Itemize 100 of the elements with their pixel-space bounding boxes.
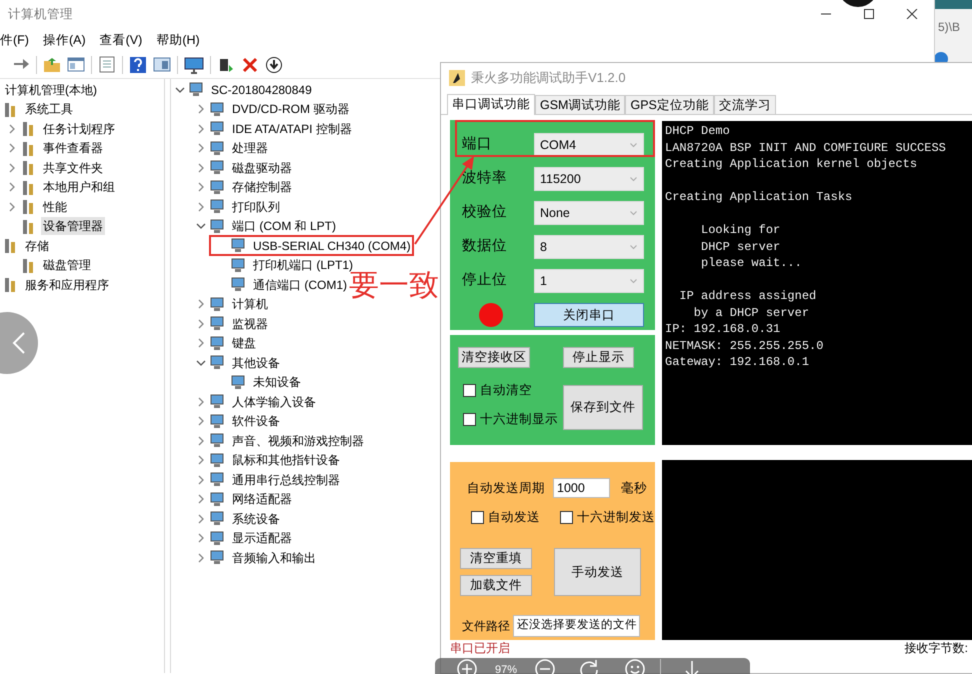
tree-item[interactable]: 软件设备 — [230, 412, 282, 430]
tree-item[interactable]: 设备管理器 — [41, 217, 105, 236]
reset-button[interactable]: 清空重填 — [460, 548, 532, 569]
clear-button[interactable]: 清空接收区 — [458, 347, 530, 368]
checkbox[interactable] — [463, 412, 476, 426]
tree-item[interactable]: DVD/CD-ROM 驱动器 — [230, 100, 352, 118]
checkbox[interactable] — [471, 510, 484, 524]
tree-item[interactable]: 本地用户和组 — [41, 178, 117, 196]
stop-button[interactable]: 停止显示 — [563, 347, 634, 368]
expand-icon[interactable] — [196, 338, 206, 348]
checkbox[interactable] — [463, 384, 476, 396]
delete-icon[interactable] — [241, 56, 259, 74]
folder-icon[interactable] — [43, 56, 61, 74]
document-icon[interactable] — [98, 56, 116, 74]
tree-item[interactable]: 事件查看器 — [41, 139, 105, 158]
tree-item[interactable]: 通用串行总线控制器 — [230, 470, 342, 489]
expand-icon[interactable] — [196, 552, 206, 563]
tab[interactable]: 交流学习 — [714, 95, 776, 114]
checkbox[interactable] — [560, 510, 573, 524]
tree-item[interactable]: 网络适配器 — [230, 490, 294, 508]
expand-icon[interactable] — [196, 455, 206, 466]
tree-item[interactable]: 端口 (COM 和 LPT) — [230, 217, 338, 236]
help-icon[interactable] — [129, 56, 147, 74]
tree-item[interactable]: 声音、视频和游戏控制器 — [230, 432, 366, 450]
rotate-icon[interactable] — [579, 659, 600, 674]
expand-icon[interactable] — [196, 124, 206, 134]
save-button[interactable]: 保存到文件 — [563, 385, 643, 430]
expand-icon[interactable] — [196, 162, 206, 173]
expand-icon[interactable] — [196, 202, 206, 212]
dropdown[interactable]: None — [534, 201, 644, 225]
tree-item[interactable]: 其他设备 — [230, 354, 282, 372]
tree-item[interactable]: 存储控制器 — [230, 178, 294, 196]
download-icon[interactable] — [684, 659, 700, 674]
tree-item[interactable]: 磁盘管理 — [41, 256, 93, 274]
load-file-button[interactable]: 加载文件 — [460, 575, 532, 596]
tree-item[interactable]: 系统工具 — [23, 100, 75, 118]
expand-icon[interactable] — [196, 396, 206, 407]
device-icon[interactable] — [217, 56, 235, 74]
collapse-icon[interactable] — [196, 221, 206, 232]
expand-icon[interactable] — [196, 104, 206, 114]
tree-item[interactable]: 性能 — [41, 198, 69, 216]
open-close-button[interactable]: 关闭串口 — [534, 303, 644, 327]
tree-item[interactable]: 打印机端口 (LPT1) — [251, 256, 356, 274]
expand-icon[interactable] — [7, 162, 17, 173]
tree-item[interactable]: 键盘 — [230, 334, 258, 352]
dropdown[interactable]: 1 — [534, 269, 644, 293]
tree-item[interactable]: 鼠标和其他指针设备 — [230, 451, 342, 470]
zoom-in-icon[interactable] — [457, 659, 477, 674]
tree-item[interactable]: SC-201804280849 — [209, 80, 314, 99]
dropdown[interactable]: 115200 — [534, 167, 644, 191]
expand-icon[interactable] — [196, 533, 206, 544]
tree-item[interactable]: 磁盘驱动器 — [230, 158, 294, 177]
tree-item[interactable]: 任务计划程序 — [41, 120, 117, 138]
period-field[interactable]: 1000 — [553, 478, 610, 498]
menu-item[interactable]: 操作(A) — [36, 30, 93, 50]
send-button[interactable]: 手动发送 — [554, 548, 641, 596]
collapse-icon[interactable] — [196, 358, 206, 368]
expand-icon[interactable] — [196, 514, 206, 524]
zoom-out-icon[interactable] — [535, 659, 556, 674]
expand-icon[interactable] — [196, 474, 206, 485]
window-icon[interactable] — [67, 56, 85, 74]
smiley-icon[interactable] — [625, 659, 646, 674]
expand-icon[interactable] — [196, 494, 206, 504]
menu-item[interactable]: 查看(V) — [92, 30, 150, 50]
collapse-icon[interactable] — [175, 84, 185, 95]
tree-item[interactable]: 未知设备 — [251, 373, 303, 392]
file-path-field[interactable]: 还没选择要发送的文件 — [513, 615, 640, 637]
tree-item[interactable]: 人体学输入设备 — [230, 392, 318, 411]
menu-item[interactable]: 帮助(H) — [149, 30, 207, 50]
monitor-icon[interactable] — [184, 56, 204, 74]
tree-item[interactable]: 打印队列 — [230, 198, 282, 216]
tree-item[interactable]: 监视器 — [230, 314, 270, 333]
expand-icon[interactable] — [196, 416, 206, 426]
window-icon[interactable] — [153, 56, 171, 74]
tree-item[interactable]: USB-SERIAL CH340 (COM4) — [251, 236, 413, 255]
expand-icon[interactable] — [196, 436, 206, 446]
expand-icon[interactable] — [7, 182, 17, 192]
expand-icon[interactable] — [196, 182, 206, 192]
dropdown[interactable]: COM4 — [534, 133, 644, 157]
expand-icon[interactable] — [196, 143, 206, 154]
tree-item[interactable]: 计算机管理(本地) — [3, 80, 99, 99]
menu-item[interactable]: 件(F) — [0, 30, 36, 50]
tab[interactable]: GPS定位功能 — [625, 95, 714, 114]
tree-item[interactable]: 存储 — [23, 236, 51, 255]
expand-icon[interactable] — [196, 299, 206, 310]
tree-item[interactable]: IDE ATA/ATAPI 控制器 — [230, 120, 354, 138]
expand-icon[interactable] — [7, 202, 17, 212]
expand-icon[interactable] — [7, 124, 17, 134]
tree-item[interactable]: 音频输入和输出 — [230, 548, 318, 567]
expand-icon[interactable] — [7, 143, 17, 154]
tab[interactable]: 串口调试功能 — [447, 94, 535, 115]
tree-item[interactable]: 计算机 — [230, 295, 270, 314]
tree-item[interactable]: 共享文件夹 — [41, 158, 105, 177]
tree-item[interactable]: 通信端口 (COM1) — [251, 276, 349, 294]
expand-icon[interactable] — [196, 318, 206, 329]
tree-item[interactable]: 处理器 — [230, 139, 270, 158]
dropdown[interactable]: 8 — [534, 235, 644, 259]
tree-item[interactable]: 系统设备 — [230, 510, 282, 528]
tree-item[interactable]: 显示适配器 — [230, 529, 294, 548]
tab[interactable]: GSM调试功能 — [535, 95, 626, 114]
